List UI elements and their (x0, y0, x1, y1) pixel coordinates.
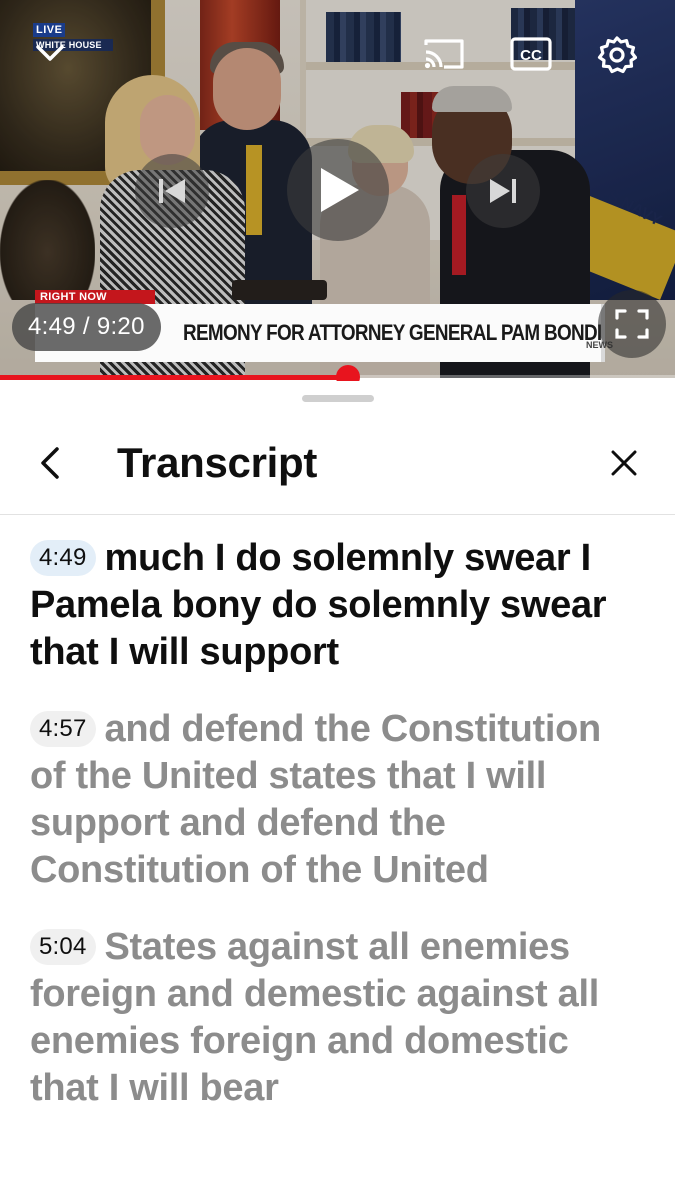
play-icon (321, 168, 359, 212)
back-button[interactable] (28, 441, 72, 485)
close-button[interactable] (602, 441, 646, 485)
segment-timestamp[interactable]: 5:04 (30, 929, 96, 965)
segment-timestamp[interactable]: 4:49 (30, 540, 96, 576)
transcript-header: Transcript (0, 421, 675, 515)
captions-button[interactable]: CC (510, 37, 552, 71)
close-icon (611, 450, 637, 476)
segment-text: much I do solemnly swear I Pamela bony d… (30, 537, 607, 673)
video-player[interactable]: S NAVY LIVE WHITE HOUSE CC RIGHT NOW REM… (0, 0, 675, 378)
transcript-segment[interactable]: 4:57 and defend the Constitution of the U… (0, 706, 675, 894)
minimize-button[interactable] (30, 40, 70, 66)
transcript-list: 4:49 much I do solemnly swear I Pamela bo… (0, 535, 675, 1142)
live-tag: LIVE (33, 23, 66, 37)
panel-title: Transcript (117, 439, 318, 486)
skip-previous-icon (159, 179, 185, 203)
captions-label: CC (520, 47, 542, 64)
play-button[interactable] (287, 139, 389, 241)
fullscreen-button[interactable] (598, 290, 666, 358)
chevron-left-icon (41, 447, 59, 479)
segment-timestamp[interactable]: 4:57 (30, 711, 96, 747)
time-display: 4:49 / 9:20 (12, 303, 161, 351)
previous-button[interactable] (135, 154, 209, 228)
progress-played (0, 375, 348, 380)
fullscreen-icon (615, 309, 649, 339)
chyron-text: REMONY FOR ATTORNEY GENERAL PAM BONDI (183, 320, 602, 345)
cast-icon (424, 39, 464, 69)
segment-text: and defend the Constitution of the Unite… (30, 708, 601, 891)
chevron-down-icon (36, 45, 64, 61)
next-button[interactable] (466, 154, 540, 228)
gear-icon (597, 36, 637, 74)
drag-handle[interactable] (302, 395, 374, 402)
transcript-segment[interactable]: 5:04 States against all enemies foreign a… (0, 924, 675, 1112)
skip-next-icon (490, 179, 516, 203)
transcript-panel: Transcript 4:49 much I do solemnly swear … (0, 381, 675, 1200)
transcript-segment[interactable]: 4:49 much I do solemnly swear I Pamela bo… (0, 535, 675, 676)
cast-button[interactable] (422, 36, 466, 72)
segment-text: States against all enemies foreign and d… (30, 926, 599, 1109)
chyron-kicker: RIGHT NOW (35, 290, 155, 304)
settings-button[interactable] (596, 35, 638, 75)
closed-captions-icon: CC (510, 37, 552, 71)
